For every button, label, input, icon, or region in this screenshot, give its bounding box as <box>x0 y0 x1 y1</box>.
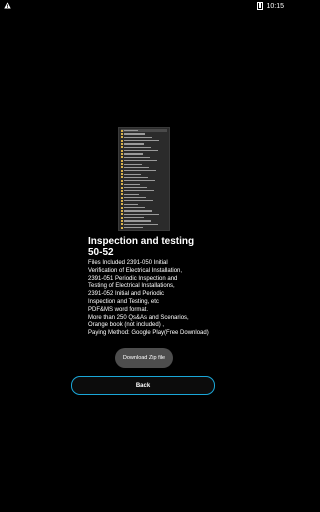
description-line: Files Included 2391-050 Initial <box>88 260 168 266</box>
warning-icon <box>4 1 11 11</box>
product-title: Inspection and testing 50-52 <box>88 236 195 258</box>
status-bar: 10:15 <box>0 0 288 12</box>
battery-icon <box>257 2 264 10</box>
description-line: More than 250 Qs&As and Scenarios, <box>88 314 189 321</box>
description-line: PDF&MS word format. <box>88 306 149 313</box>
thumbnail-row <box>121 226 167 229</box>
file-list-thumbnail <box>118 127 170 231</box>
download-zip-label: Download Zip file <box>122 355 166 361</box>
back-label: Back <box>135 382 151 389</box>
product-description: Files Included 2391-050 Initial Verifica… <box>88 260 209 338</box>
download-zip-button[interactable]: Download Zip file <box>115 348 173 368</box>
status-right: 10:15 <box>257 2 284 10</box>
description-line: Orange book (not included) , <box>88 322 165 329</box>
description-line: 2391-051 Periodic Inspection and <box>88 275 178 282</box>
description-line: Verification of Electrical Installation, <box>88 267 183 274</box>
clock: 10:15 <box>266 2 284 10</box>
back-button[interactable]: Back <box>71 376 215 395</box>
description-line: Testing of Electrical Installations, <box>88 283 175 290</box>
description-line: Paying Method: Google Play(Free Download… <box>88 330 209 337</box>
description-line: 2391-052 Initial and Periodic <box>88 291 165 298</box>
description-line: Inspection and Testing, etc <box>88 298 159 305</box>
